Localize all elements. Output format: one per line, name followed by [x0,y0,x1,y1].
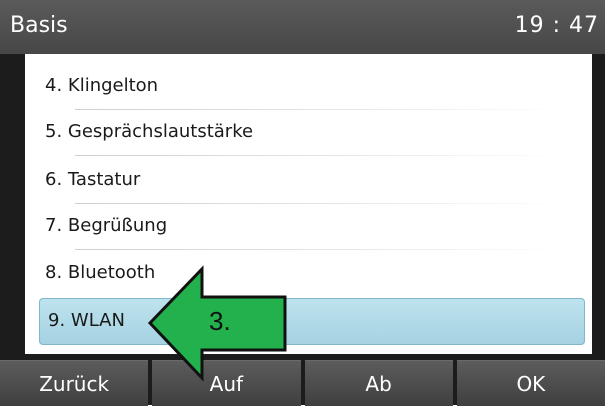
settings-menu: 4. Klingelton 5. Gesprächslautstärke 6. … [25,54,592,354]
separator [75,155,567,156]
menu-item-gespraechslautstaerke[interactable]: 5. Gesprächslautstärke [37,110,577,156]
menu-item-klingelton[interactable]: 4. Klingelton [37,64,577,110]
clock: 19 : 47 [514,13,599,38]
menu-item-label: 9. WLAN [48,310,125,331]
menu-item-label: 4. Klingelton [45,75,159,96]
menu-item-label: 6. Tastatur [45,169,141,190]
phone-screen: Basis 19 : 47 4. Klingelton 5. Gesprächs… [0,0,605,406]
menu-item-bluetooth[interactable]: 8. Bluetooth [37,251,577,297]
separator [75,249,567,250]
screen-title: Basis [10,13,68,38]
menu-item-tastatur[interactable]: 6. Tastatur [37,158,577,204]
ok-button[interactable]: OK [456,360,605,406]
step-label: 3. [209,306,231,336]
softkey-bar: Zurück Auf Ab OK [0,360,605,406]
down-button[interactable]: Ab [304,360,453,406]
menu-item-label: 7. Begrüßung [45,215,168,236]
menu-item-begruessung[interactable]: 7. Begrüßung [37,204,577,250]
menu-item-wlan[interactable]: 9. WLAN [39,298,585,345]
up-button[interactable]: Auf [152,360,301,406]
menu-item-label: 5. Gesprächslautstärke [45,121,254,142]
menu-item-label: 8. Bluetooth [45,262,156,283]
back-button[interactable]: Zurück [0,360,149,406]
title-bar: Basis 19 : 47 [0,0,605,54]
